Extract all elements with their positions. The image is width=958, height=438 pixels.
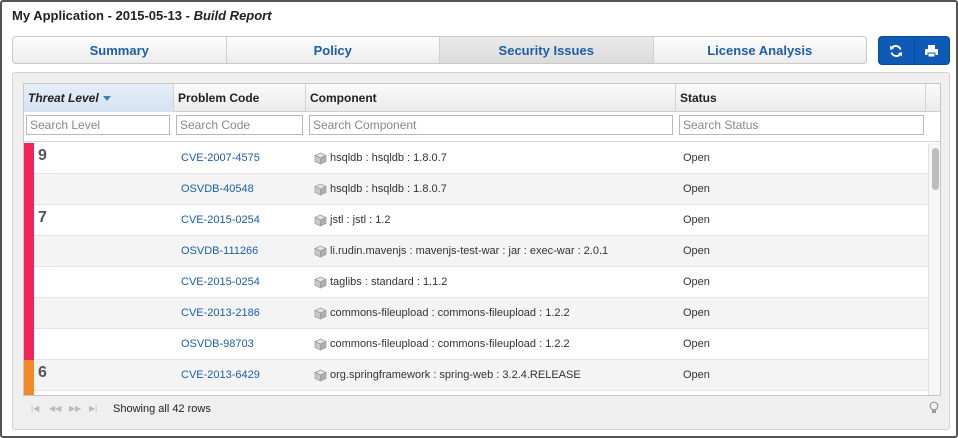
component-name: jstl : jstl : 1.2 <box>330 214 391 226</box>
status-cell: Open <box>683 245 710 257</box>
problem-code-link[interactable]: CVE-2013-6429 <box>181 360 260 391</box>
column-label: Threat Level <box>28 91 99 105</box>
table-row[interactable]: OSVDB-40548 hsqldb : hsqldb : 1.8.0.7 Open <box>24 174 928 205</box>
print-button[interactable] <box>913 37 950 64</box>
problem-code-link[interactable]: OSVDB-98703 <box>181 329 254 360</box>
tab-summary[interactable]: Summary <box>13 37 227 63</box>
problem-code-link[interactable]: CVE-2015-0254 <box>181 205 260 236</box>
threat-level-value: 6 <box>38 364 47 381</box>
column-status[interactable]: Status <box>676 84 926 112</box>
table-row[interactable]: CVE-2015-0254 taglibs : standard : 1.1.2 O… <box>24 267 928 298</box>
tab-security-issues[interactable]: Security Issues <box>440 37 654 63</box>
threat-level-indicator <box>24 174 34 205</box>
package-icon <box>314 245 327 258</box>
component-cell: org.springframework : spring-web : 3.2.4… <box>314 360 581 391</box>
component-cell: commons-fileupload : commons-fileupload … <box>314 329 570 360</box>
column-problem-code[interactable]: Problem Code <box>174 84 306 112</box>
threat-level-indicator <box>24 360 34 391</box>
table-row[interactable]: OSVDB-98703 commons-fileupload : commons-… <box>24 329 928 360</box>
grid-header: Threat Level Problem Code Component Stat… <box>24 84 940 112</box>
status-cell: Open <box>683 338 710 350</box>
threat-level-indicator <box>24 267 34 298</box>
threat-level-indicator <box>24 298 34 329</box>
column-threat-level[interactable]: Threat Level <box>24 84 174 112</box>
package-icon <box>314 214 327 227</box>
component-name: org.springframework : spring-web : 3.2.4… <box>330 369 581 381</box>
vertical-scrollbar[interactable] <box>928 143 940 395</box>
next-page-icon[interactable]: ▶▶ <box>69 404 81 413</box>
grid-pager: |◀ ◀◀ ▶▶ ▶| Showing all 42 rows <box>23 397 941 421</box>
package-icon <box>314 307 327 320</box>
tab-license-analysis[interactable]: License Analysis <box>654 37 867 63</box>
print-icon <box>925 44 939 57</box>
row-count-status: Showing all 42 rows <box>113 403 211 415</box>
status-cell: Open <box>683 307 710 319</box>
app-title: My Application - 2015-05-13 - <box>12 8 194 23</box>
threat-level-indicator <box>24 236 34 267</box>
table-row[interactable]: OSVDB-111266 li.rudin.mavenjs : mavenjs-t… <box>24 236 928 267</box>
search-level-input[interactable] <box>26 115 170 135</box>
component-name: li.rudin.mavenjs : mavenjs-test-war : ja… <box>330 245 609 257</box>
refresh-icon <box>890 44 903 57</box>
filter-row <box>24 112 940 142</box>
package-icon <box>314 152 327 165</box>
component-name: commons-fileupload : commons-fileupload … <box>330 307 570 319</box>
problem-code-link[interactable]: CVE-2015-0254 <box>181 267 260 298</box>
search-status-input[interactable] <box>679 115 924 135</box>
threat-level-value: 7 <box>38 209 47 226</box>
problem-code-link[interactable]: CVE-2013-2186 <box>181 298 260 329</box>
refresh-button[interactable] <box>879 37 914 64</box>
table-row[interactable]: 9 CVE-2007-4575 hsqldb : hsqldb : 1.8.0.7 O… <box>24 143 928 174</box>
security-issues-panel: Threat Level Problem Code Component Stat… <box>12 72 950 430</box>
status-cell: Open <box>683 214 710 226</box>
threat-level-indicator <box>24 143 34 174</box>
component-name: hsqldb : hsqldb : 1.8.0.7 <box>330 152 447 164</box>
problem-code-link[interactable]: OSVDB-40548 <box>181 174 254 205</box>
lightbulb-icon[interactable] <box>929 401 939 415</box>
package-icon <box>314 369 327 382</box>
component-cell: hsqldb : hsqldb : 1.8.0.7 <box>314 174 447 205</box>
prev-page-icon[interactable]: ◀◀ <box>49 404 61 413</box>
component-cell: hsqldb : hsqldb : 1.8.0.7 <box>314 143 447 174</box>
status-cell: Open <box>683 369 710 381</box>
component-cell: jstl : jstl : 1.2 <box>314 205 391 236</box>
status-cell: Open <box>683 183 710 195</box>
threat-level-indicator <box>24 329 34 360</box>
component-cell: taglibs : standard : 1.1.2 <box>314 267 447 298</box>
report-subtitle: Build Report <box>193 8 272 23</box>
status-cell: Open <box>683 276 710 288</box>
tab-policy[interactable]: Policy <box>227 37 440 63</box>
table-row[interactable] <box>24 391 928 395</box>
sort-desc-icon <box>102 96 111 102</box>
table-row[interactable]: CVE-2013-2186 commons-fileupload : common… <box>24 298 928 329</box>
first-page-icon[interactable]: |◀ <box>31 404 39 413</box>
package-icon <box>314 276 327 289</box>
column-component[interactable]: Component <box>306 84 676 112</box>
package-icon <box>314 183 327 196</box>
problem-code-link[interactable]: CVE-2007-4575 <box>181 143 260 174</box>
status-cell: Open <box>683 152 710 164</box>
component-cell: li.rudin.mavenjs : mavenjs-test-war : ja… <box>314 236 608 267</box>
search-component-input[interactable] <box>309 115 673 135</box>
component-name: taglibs : standard : 1.1.2 <box>330 276 448 288</box>
table-row[interactable]: 6 CVE-2013-6429 org.springframework : spri… <box>24 360 928 391</box>
threat-level-value: 9 <box>38 147 47 164</box>
table-row[interactable]: 7 CVE-2015-0254 jstl : jstl : 1.2 Open <box>24 205 928 236</box>
search-code-input[interactable] <box>176 115 303 135</box>
action-buttons <box>878 36 950 65</box>
component-cell: commons-fileupload : commons-fileupload … <box>314 298 570 329</box>
issues-grid: Threat Level Problem Code Component Stat… <box>23 83 941 396</box>
grid-body: 9 CVE-2007-4575 hsqldb : hsqldb : 1.8.0.7 O… <box>24 143 928 395</box>
threat-level-indicator <box>24 391 34 395</box>
report-tabs: Summary Policy Security Issues License A… <box>12 36 867 64</box>
page-title: My Application - 2015-05-13 - Build Repo… <box>12 8 272 23</box>
component-name: commons-fileupload : commons-fileupload … <box>330 338 570 350</box>
app-window: My Application - 2015-05-13 - Build Repo… <box>0 0 958 438</box>
last-page-icon[interactable]: ▶| <box>89 404 97 413</box>
component-name: hsqldb : hsqldb : 1.8.0.7 <box>330 183 447 195</box>
package-icon <box>314 338 327 351</box>
problem-code-link[interactable]: OSVDB-111266 <box>181 236 258 267</box>
threat-level-indicator <box>24 205 34 236</box>
scrollbar-thumb[interactable] <box>932 148 939 190</box>
